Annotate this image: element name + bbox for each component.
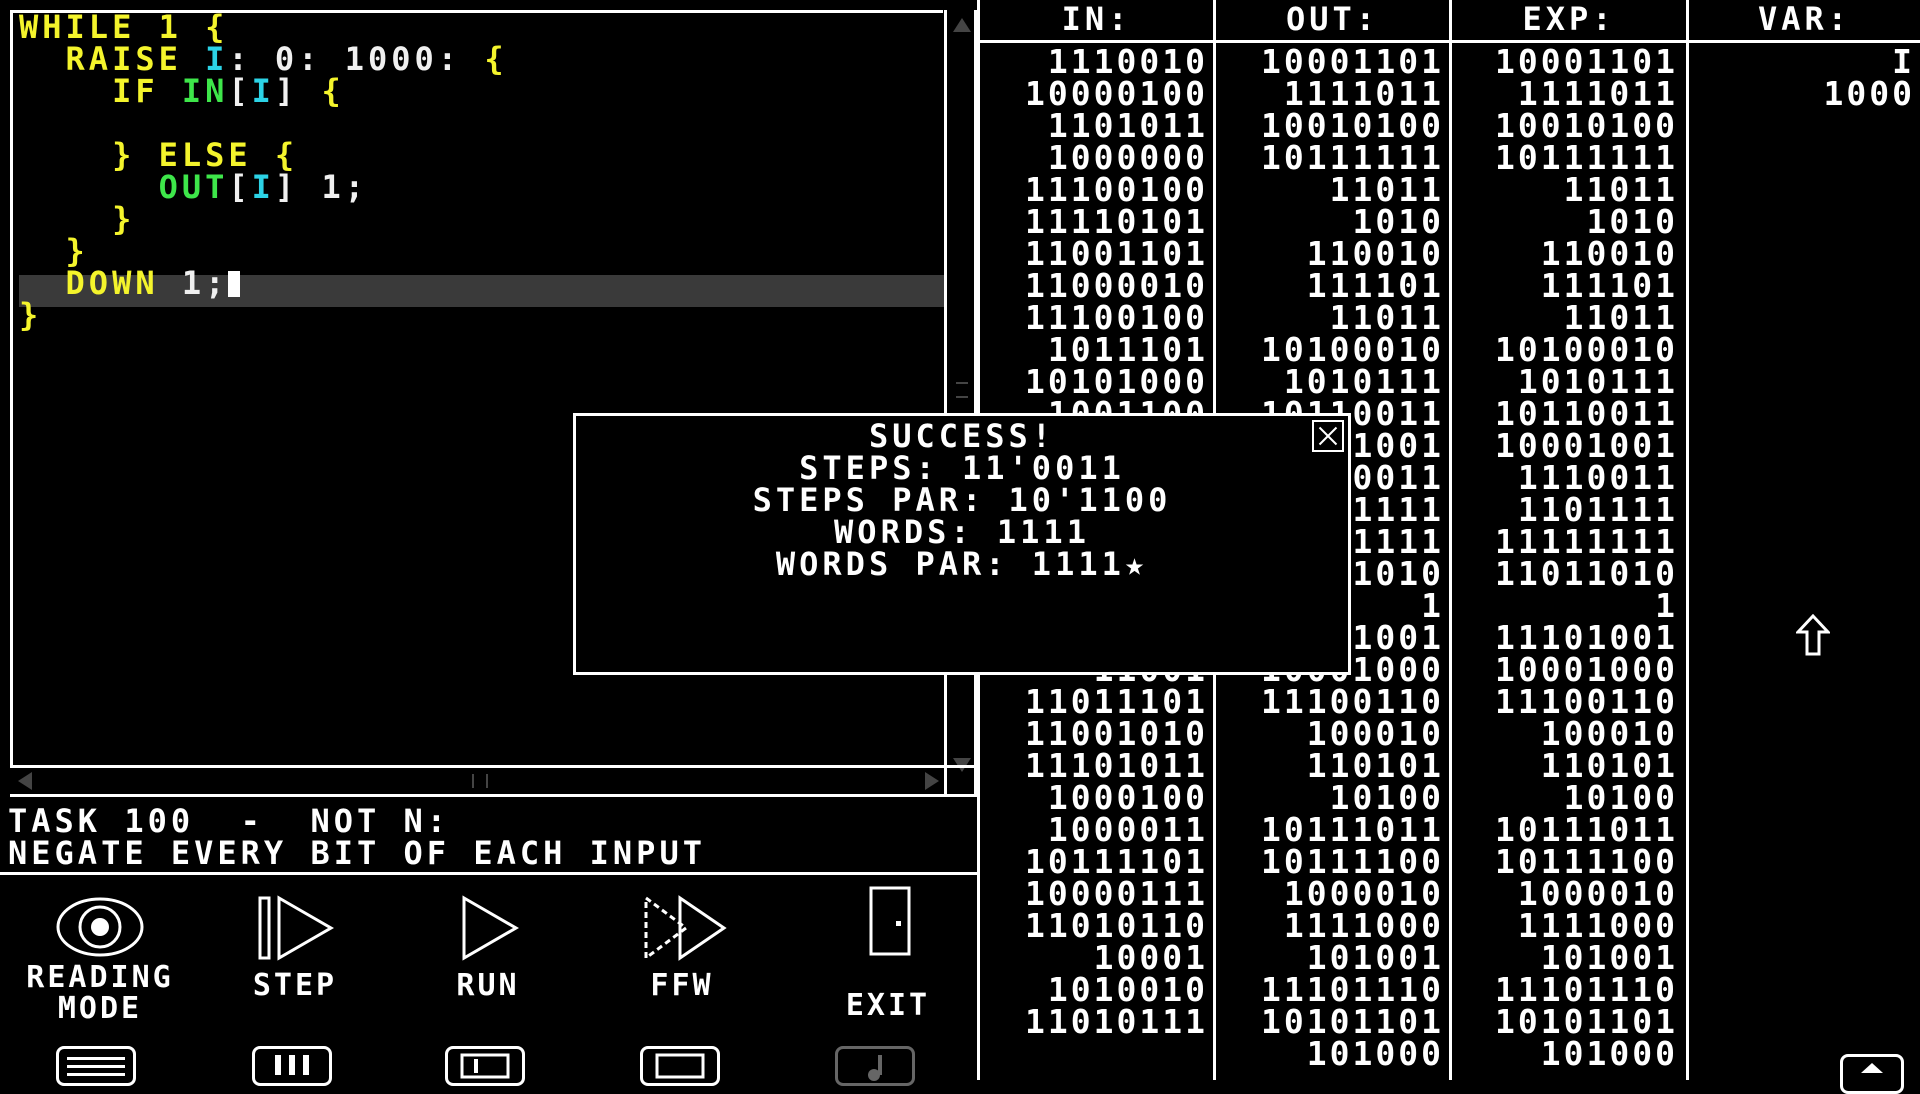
code-token: I bbox=[251, 72, 275, 110]
exp-cell: 101000 bbox=[1540, 1034, 1678, 1073]
success-dialog: SUCCESS! STEPS: 11'0011 STEPS PAR: 10'11… bbox=[573, 413, 1351, 675]
up-arrow-icon bbox=[1861, 1063, 1883, 1073]
calculator-icon bbox=[460, 1053, 510, 1079]
exit-button[interactable]: EXIT bbox=[788, 885, 988, 1025]
keyboard-icon bbox=[67, 1057, 125, 1076]
scroll-up-arrow-icon[interactable] bbox=[953, 18, 971, 32]
task-title: TASK 100 - NOT N: bbox=[8, 802, 451, 840]
code-line[interactable]: IF IN[I] { bbox=[19, 75, 345, 107]
editor-horizontal-scrollbar[interactable] bbox=[10, 765, 977, 797]
code-token: { bbox=[484, 40, 508, 78]
column-header-var: VAR: bbox=[1757, 0, 1852, 38]
code-token: [ bbox=[228, 72, 252, 110]
code-token: 1; bbox=[181, 264, 229, 302]
ffw-label: FFW bbox=[650, 968, 714, 1003]
code-token: [ bbox=[228, 168, 252, 206]
scroll-right-arrow-icon[interactable] bbox=[925, 772, 939, 790]
keyboard-button[interactable] bbox=[56, 1046, 136, 1086]
code-line[interactable]: DOWN 1; bbox=[19, 264, 241, 302]
eye-icon bbox=[56, 897, 144, 957]
code-token: } bbox=[112, 200, 136, 238]
code-line[interactable]: OUT[I] 1; bbox=[19, 171, 368, 203]
ffw-button[interactable]: FFW bbox=[582, 895, 782, 1005]
code-line[interactable]: } bbox=[19, 299, 42, 331]
out-cell: 101000 bbox=[1306, 1034, 1444, 1073]
exp-cell: 11011010 bbox=[1495, 554, 1678, 593]
alert-button[interactable] bbox=[252, 1046, 332, 1086]
calculator-button[interactable] bbox=[445, 1046, 525, 1086]
code-token: 1; bbox=[298, 168, 368, 206]
code-token: ] bbox=[274, 72, 299, 110]
code-line[interactable]: RAISE I: 0: 1000: { bbox=[19, 43, 508, 75]
reading-mode-label-1: READING bbox=[26, 960, 174, 995]
run-label: RUN bbox=[456, 968, 520, 1003]
divider bbox=[0, 872, 978, 875]
dialog-title: SUCCESS! bbox=[868, 417, 1056, 455]
door-icon bbox=[869, 886, 911, 956]
reading-mode-label-2: MODE bbox=[57, 991, 143, 1026]
scroll-left-arrow-icon[interactable] bbox=[18, 772, 32, 790]
code-token: } bbox=[19, 296, 43, 334]
run-button[interactable]: RUN bbox=[388, 895, 588, 1005]
code-token: ] bbox=[274, 168, 299, 206]
dialog-steps-par: STEPS PAR: 10'1100 bbox=[752, 481, 1172, 519]
level-button[interactable] bbox=[640, 1046, 720, 1086]
dialog-words-par: WORDS PAR: 1111★ bbox=[775, 545, 1149, 583]
music-note-icon bbox=[868, 1055, 882, 1081]
code-line[interactable]: WHILE 1 { bbox=[19, 11, 228, 43]
text-cursor bbox=[228, 271, 241, 297]
code-token: OUT bbox=[158, 168, 229, 206]
code-token: IN bbox=[181, 72, 229, 110]
table-scroll-up-button[interactable] bbox=[1840, 1054, 1904, 1094]
step-icon bbox=[258, 895, 335, 961]
code-token: I bbox=[251, 168, 275, 206]
cursor-arrow-icon bbox=[1796, 614, 1830, 656]
code-line[interactable]: } bbox=[19, 235, 89, 267]
code-token: IF bbox=[112, 72, 182, 110]
column-header-in: IN: bbox=[1061, 0, 1132, 38]
var-cell: 1000 bbox=[1823, 74, 1915, 113]
level-counter-icon bbox=[655, 1053, 705, 1079]
exclamation-icon bbox=[275, 1055, 309, 1075]
reading-mode-button[interactable]: READING MODE bbox=[0, 895, 200, 1025]
step-button[interactable]: STEP bbox=[195, 895, 395, 1005]
play-icon bbox=[462, 895, 520, 961]
dialog-words: WORDS: 1111 bbox=[834, 513, 1090, 551]
task-description: NEGATE EVERY BIT OF EACH INPUT bbox=[8, 834, 706, 872]
dialog-steps: STEPS: 11'0011 bbox=[799, 449, 1125, 487]
code-line[interactable]: } ELSE { bbox=[19, 139, 298, 171]
divider bbox=[1686, 0, 1689, 1080]
hscroll-thumb-icon[interactable] bbox=[472, 774, 488, 788]
code-token: { bbox=[298, 72, 345, 110]
editor-vertical-scrollbar[interactable] bbox=[944, 10, 977, 797]
music-button[interactable] bbox=[835, 1046, 915, 1086]
column-header-out: OUT: bbox=[1285, 0, 1380, 38]
step-label: STEP bbox=[252, 968, 338, 1003]
code-token: DOWN bbox=[65, 264, 182, 302]
exit-label: EXIT bbox=[845, 988, 931, 1023]
column-header-exp: EXP: bbox=[1522, 0, 1616, 38]
code-line[interactable]: } bbox=[19, 203, 135, 235]
fast-forward-icon bbox=[644, 895, 727, 961]
in-cell: 11010111 bbox=[1025, 1002, 1208, 1041]
scroll-thumb-icon[interactable] bbox=[956, 382, 968, 398]
